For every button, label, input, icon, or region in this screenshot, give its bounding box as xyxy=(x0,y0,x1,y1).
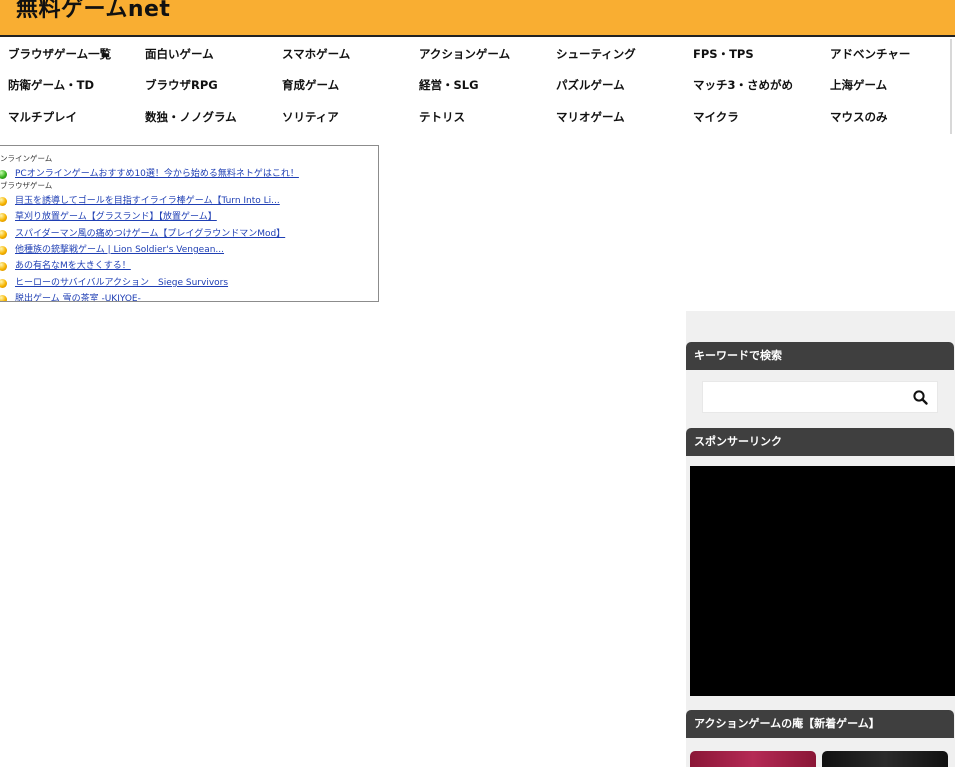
game-link-text[interactable]: 脱出ゲーム 雪の茶室 -UKIYOE- xyxy=(15,292,141,301)
nav-management-slg[interactable]: 経営・SLG xyxy=(419,77,479,93)
game-link[interactable]: 草刈り放置ゲーム【グラスランド】【放置ゲーム】 xyxy=(0,210,375,224)
nav-adventure[interactable]: アドベンチャー xyxy=(830,46,910,62)
orange-ball-icon xyxy=(0,295,7,301)
game-link-text[interactable]: あの有名なMを大きくする！ xyxy=(15,259,131,273)
nav-minecraft[interactable]: マイクラ xyxy=(693,109,739,125)
nav-raising-games[interactable]: 育成ゲーム xyxy=(282,77,339,93)
magnifier-icon xyxy=(913,390,928,405)
orange-ball-icon xyxy=(0,230,7,239)
sponsored-ad[interactable] xyxy=(690,466,955,696)
nav-sudoku-nonogram[interactable]: 数独・ノノグラム xyxy=(145,109,237,125)
nav-fun-games[interactable]: 面白いゲーム xyxy=(145,46,214,62)
nav-smartphone-games[interactable]: スマホゲーム xyxy=(282,46,350,62)
nav-match3[interactable]: マッチ3・さめがめ xyxy=(693,77,793,93)
game-link[interactable]: あの有名なMを大きくする！ xyxy=(0,259,375,273)
game-thumbnail[interactable] xyxy=(822,751,948,767)
game-link-text[interactable]: 目玉を誘導してゴールを目指すイライラ棒ゲーム【Turn Into Li... xyxy=(15,194,280,208)
nav-tetris[interactable]: テトリス xyxy=(419,109,465,125)
game-list-widget: ンラインゲーム PCオンラインゲームおすすめ10選！今から始める無料ネトゲはこれ… xyxy=(0,145,379,302)
green-ball-icon xyxy=(0,170,7,179)
game-link[interactable]: 脱出ゲーム 雪の茶室 -UKIYOE- xyxy=(0,292,375,301)
game-link[interactable]: PCオンラインゲームおすすめ10選！今から始める無料ネトゲはこれ！ xyxy=(0,167,375,181)
nav-tower-defense[interactable]: 防衛ゲーム・TD xyxy=(8,77,94,93)
game-link-text[interactable]: PCオンラインゲームおすすめ10選！今から始める無料ネトゲはこれ！ xyxy=(15,167,299,181)
search-button[interactable] xyxy=(911,388,931,408)
nav-puzzle-games[interactable]: パズルゲーム xyxy=(556,77,625,93)
game-link[interactable]: スパイダーマン風の痛めつけゲーム【プレイグラウンドマンMod】 xyxy=(0,227,375,241)
nav-browser-rpg[interactable]: ブラウザRPG xyxy=(145,77,218,93)
search-box xyxy=(702,381,938,413)
orange-ball-icon xyxy=(0,246,7,255)
game-link-text[interactable]: スパイダーマン風の痛めつけゲーム【プレイグラウンドマンMod】 xyxy=(15,227,285,241)
nav-mario-games[interactable]: マリオゲーム xyxy=(556,109,625,125)
nav-action-games[interactable]: アクションゲーム xyxy=(419,46,510,62)
game-thumbnail[interactable] xyxy=(690,751,816,767)
search-heading: キーワードで検索 xyxy=(686,342,954,370)
orange-ball-icon xyxy=(0,262,7,271)
category-nav: ブラウザゲーム一覧 面白いゲーム スマホゲーム アクションゲーム シューティング… xyxy=(0,39,955,134)
new-games-heading: アクションゲームの庵【新着ゲーム】 xyxy=(686,710,954,738)
orange-ball-icon xyxy=(0,213,7,222)
category-label-online: ンラインゲーム xyxy=(0,154,53,163)
site-header: 無料ゲームnet xyxy=(0,0,955,37)
nav-multiplayer[interactable]: マルチプレイ xyxy=(8,109,77,125)
site-title[interactable]: 無料ゲームnet xyxy=(16,0,170,27)
nav-shooting[interactable]: シューティング xyxy=(556,46,636,62)
sponsor-heading: スポンサーリンク xyxy=(686,428,954,456)
game-link-text[interactable]: 草刈り放置ゲーム【グラスランド】【放置ゲーム】 xyxy=(15,210,217,224)
nav-mouse-only[interactable]: マウスのみ xyxy=(830,109,888,125)
game-link[interactable]: ヒーローのサバイバルアクション Siege Survivors xyxy=(0,276,375,290)
nav-shanghai[interactable]: 上海ゲーム xyxy=(830,77,887,93)
game-link[interactable]: 目玉を誘導してゴールを目指すイライラ棒ゲーム【Turn Into Li... xyxy=(0,194,375,208)
search-input[interactable] xyxy=(703,382,903,412)
orange-ball-icon xyxy=(0,279,7,288)
nav-browser-games[interactable]: ブラウザゲーム一覧 xyxy=(8,46,111,62)
nav-divider xyxy=(950,39,952,134)
game-link-text[interactable]: ヒーローのサバイバルアクション Siege Survivors xyxy=(15,276,228,290)
category-label-browser: ブラウザゲーム xyxy=(0,181,53,190)
orange-ball-icon xyxy=(0,197,7,206)
game-link-text[interactable]: 他種族の銃撃戦ゲーム | Lion Soldier's Vengean... xyxy=(15,243,224,257)
nav-solitaire[interactable]: ソリティア xyxy=(282,109,339,125)
nav-fps-tps[interactable]: FPS・TPS xyxy=(693,46,754,62)
game-link[interactable]: 他種族の銃撃戦ゲーム | Lion Soldier's Vengean... xyxy=(0,243,375,257)
